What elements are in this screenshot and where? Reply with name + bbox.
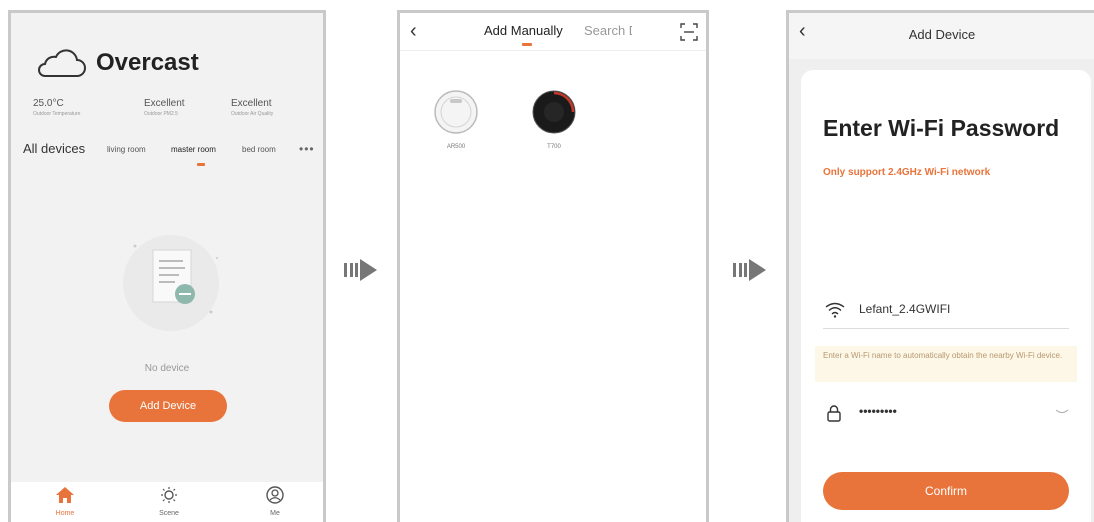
tab-bed-room[interactable]: bed room xyxy=(242,145,276,154)
eye-hidden-icon[interactable] xyxy=(1055,404,1069,422)
weather-condition: Overcast xyxy=(96,49,199,76)
nav-label: Home xyxy=(55,510,75,517)
nav-me[interactable]: Me xyxy=(245,486,305,517)
stat-label: Outdoor Temperature xyxy=(33,111,81,117)
header-divider xyxy=(400,50,706,51)
lock-icon xyxy=(825,404,843,427)
tab-add-manually[interactable]: Add Manually xyxy=(484,23,563,38)
scan-icon[interactable] xyxy=(680,23,698,46)
flow-arrow-icon xyxy=(344,259,384,281)
device-name: T700 xyxy=(547,144,561,150)
password-value: ••••••••• xyxy=(859,404,897,418)
nav-scene[interactable]: Scene xyxy=(139,486,199,517)
wifi-heading: Enter Wi-Fi Password xyxy=(823,115,1060,141)
stat-label: Outdoor Air Quality xyxy=(231,111,274,117)
header-bar: ‹ Add Device xyxy=(789,13,1094,59)
device-item[interactable]: T700 xyxy=(524,89,584,150)
wifi-password-screen: ‹ Add Device Enter Wi-Fi Password Only s… xyxy=(786,10,1094,522)
tab-search-device[interactable]: Search Device xyxy=(584,23,632,38)
ssid-value: Lefant_2.4GWIFI xyxy=(859,302,951,316)
home-icon xyxy=(55,487,75,508)
home-screen: Overcast 25.0°C Outdoor Temperature Exce… xyxy=(8,10,326,522)
more-rooms-button[interactable]: ••• xyxy=(299,142,315,156)
device-name: AR500 xyxy=(446,144,466,150)
field-divider xyxy=(823,328,1069,329)
stat-label: Outdoor PM2.5 xyxy=(144,111,178,117)
stat-value: Excellent xyxy=(231,98,272,109)
nav-home[interactable]: Home xyxy=(35,486,95,517)
stat-pm25: Excellent Outdoor PM2.5 xyxy=(144,98,185,117)
flow-arrow-icon xyxy=(733,259,773,281)
tab-master-room[interactable]: master room xyxy=(171,145,216,154)
active-tab-indicator xyxy=(522,43,532,46)
sun-icon xyxy=(159,487,179,508)
empty-state-text: No device xyxy=(144,363,190,374)
password-field[interactable]: ••••••••• xyxy=(823,404,1069,424)
cloud-icon xyxy=(33,49,87,84)
add-manually-screen: ‹ Add Manually Search Device AR500 T700 xyxy=(397,10,709,522)
robot-vacuum-black-icon xyxy=(531,90,577,139)
tab-all-devices[interactable]: All devices xyxy=(23,141,85,156)
wifi-support-note: Only support 2.4GHz Wi-Fi network xyxy=(823,167,991,178)
wifi-hint: Enter a Wi-Fi name to automatically obta… xyxy=(815,346,1077,382)
bottom-navigation: Home Scene Me xyxy=(11,482,323,522)
page-title: Add Device xyxy=(908,27,976,42)
robot-vacuum-white-icon xyxy=(433,90,479,139)
stat-temperature: 25.0°C Outdoor Temperature xyxy=(33,98,80,117)
stat-value: 25.0°C xyxy=(33,98,64,109)
confirm-button[interactable]: Confirm xyxy=(823,472,1069,510)
empty-document-icon xyxy=(111,228,231,343)
device-item[interactable]: AR500 xyxy=(426,89,486,150)
profile-icon xyxy=(265,486,285,508)
wifi-card: Enter Wi-Fi Password Only support 2.4GHz… xyxy=(801,70,1091,522)
wifi-icon xyxy=(825,302,845,323)
tab-living-room[interactable]: living room xyxy=(107,145,146,154)
nav-label: Scene xyxy=(159,510,179,517)
nav-label: Me xyxy=(270,510,280,517)
stat-value: Excellent xyxy=(144,98,185,109)
stat-air-quality: Excellent Outdoor Air Quality xyxy=(231,98,273,117)
back-chevron-icon[interactable]: ‹ xyxy=(410,19,417,43)
add-device-button[interactable]: Add Device xyxy=(109,390,227,422)
active-tab-indicator xyxy=(197,163,205,166)
